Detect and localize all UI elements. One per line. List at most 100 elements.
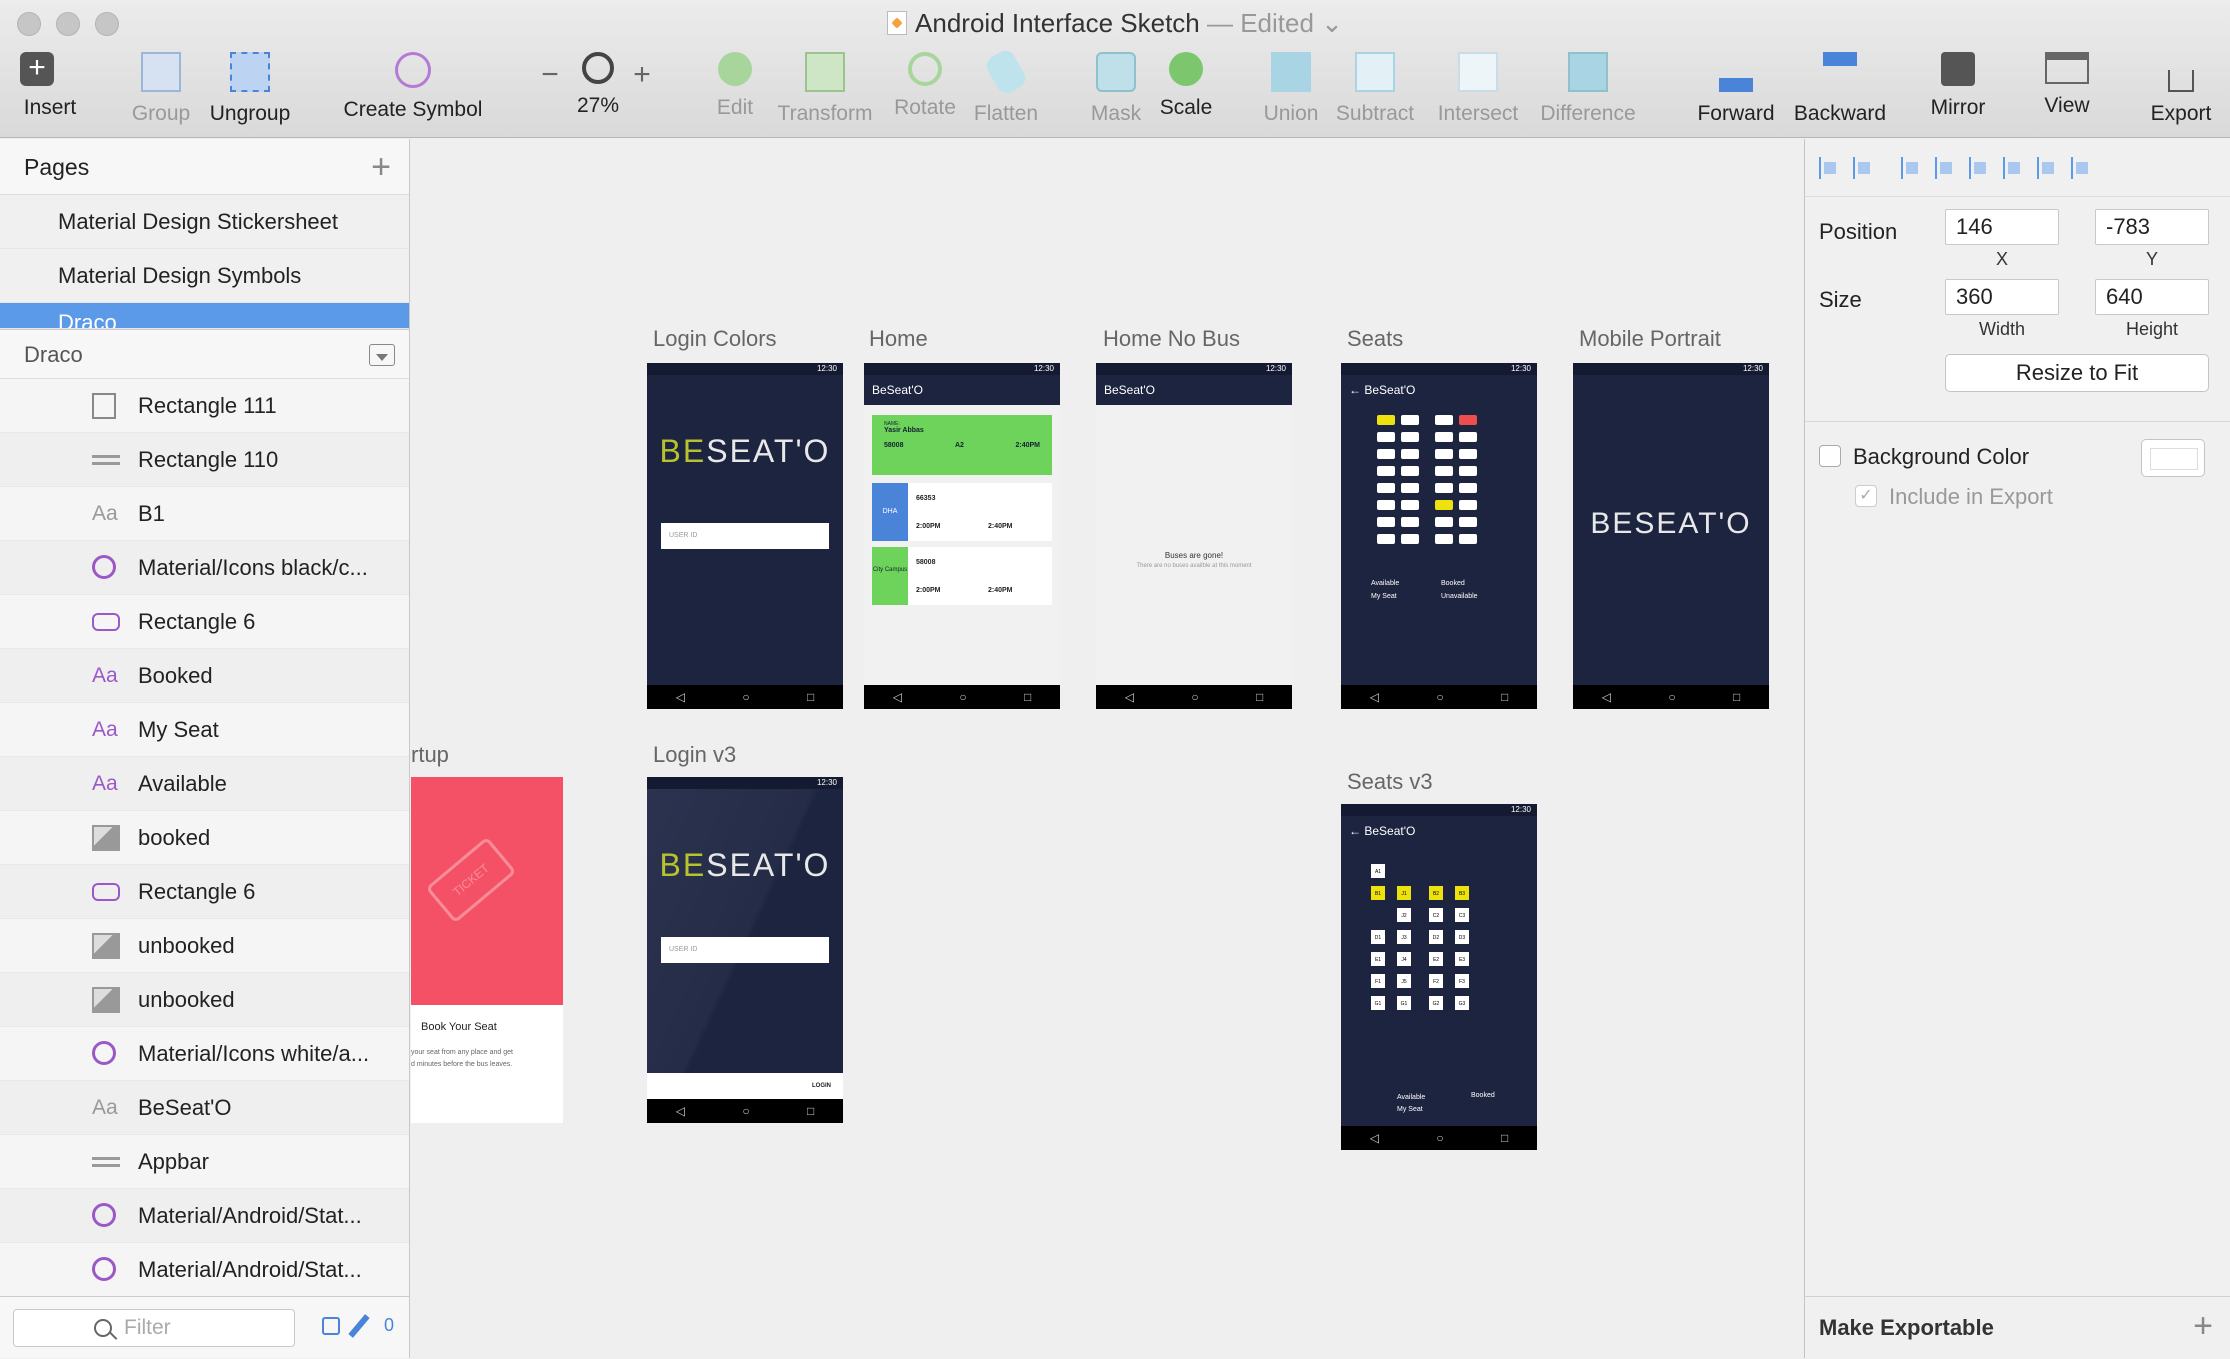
create-symbol-button[interactable]: Create Symbol <box>338 52 488 122</box>
page-item-draco[interactable]: Draco <box>0 303 409 329</box>
canvas[interactable]: Login Colors 12:30 BESEAT'O USER ID ◁ ○ □ … <box>411 139 1804 1358</box>
status-bar: 12:30 <box>1573 363 1769 375</box>
layer-item[interactable]: Appbar <box>0 1135 409 1189</box>
artboard-home-no-bus[interactable]: 12:30 BeSeat'O Buses are gone! There are… <box>1096 363 1292 709</box>
background-color-swatch[interactable] <box>2141 439 2205 477</box>
layer-item[interactable]: Material/Android/Stat... <box>0 1243 409 1297</box>
seat-v3: G1 <box>1397 996 1411 1010</box>
backward-button[interactable]: Backward <box>1790 52 1890 126</box>
android-nav-bar: ◁ ○ □ <box>1096 685 1292 709</box>
magnifier-icon <box>582 52 614 84</box>
seat <box>1401 466 1419 476</box>
align-left-icon[interactable] <box>1901 157 1923 179</box>
position-y-field[interactable]: -783 <box>2095 209 2209 245</box>
layer-item[interactable]: booked <box>0 811 409 865</box>
edited-status[interactable]: — Edited <box>1207 8 1314 38</box>
edit-button[interactable]: Edit <box>705 52 765 120</box>
ungroup-button[interactable]: Ungroup <box>205 52 295 126</box>
layer-item[interactable]: Rectangle 111 <box>0 379 409 433</box>
layer-item[interactable]: Rectangle 6 <box>0 865 409 919</box>
mask-button[interactable]: Mask <box>1086 52 1146 126</box>
seat <box>1377 432 1395 442</box>
artboard-login-v3[interactable]: 12:30 BESEAT'O USER ID LOGIN ◁ ○ □ <box>647 777 843 1123</box>
forward-button[interactable]: Forward <box>1686 52 1786 126</box>
artboard-label-login-v3[interactable]: Login v3 <box>653 742 736 768</box>
width-field[interactable]: 360 <box>1945 279 2059 315</box>
align-bottom-icon[interactable] <box>2071 157 2093 179</box>
zoom-control[interactable]: 27% <box>568 52 628 118</box>
layer-item[interactable]: Rectangle 110 <box>0 433 409 487</box>
artboard-startup[interactable]: TICKET Book Your Seat your seat from any… <box>411 777 563 1123</box>
zoom-in-button[interactable]: + <box>630 58 654 92</box>
group-button[interactable]: Group <box>126 52 196 126</box>
rotate-button[interactable]: Rotate <box>890 52 960 120</box>
artboard-label-login-colors[interactable]: Login Colors <box>653 326 777 352</box>
window-title: Android Interface Sketch — Edited ⌄ <box>0 8 2230 39</box>
artboard-label-home[interactable]: Home <box>869 326 928 352</box>
transform-button[interactable]: Transform <box>775 52 875 126</box>
layer-item[interactable]: Aa My Seat <box>0 703 409 757</box>
resize-to-fit-button[interactable]: Resize to Fit <box>1945 354 2209 392</box>
filter-input[interactable]: Filter <box>13 1309 295 1347</box>
beseato-logo: BESEAT'O <box>659 847 831 883</box>
artboard-home[interactable]: 12:30 BeSeat'O NAME: Yasir Abbas 58008 A2… <box>864 363 1060 709</box>
distribute-vertical-icon[interactable] <box>1853 157 1875 179</box>
artboard-seats-v3[interactable]: 12:30 ← BeSeat'O A1 B1 J1 B2 B3 J2 C2 C3 D1 J3 D2 D… <box>1341 804 1537 1150</box>
union-button[interactable]: Union <box>1260 52 1322 126</box>
edit-pencil-icon[interactable] <box>348 1314 370 1338</box>
page-item-stickersheet[interactable]: Material Design Stickersheet <box>0 195 409 249</box>
layer-item[interactable]: Material/Android/Stat... <box>0 1189 409 1243</box>
layer-item[interactable]: Material/Icons black/c... <box>0 541 409 595</box>
mirror-button[interactable]: Mirror <box>1920 52 1996 120</box>
distribute-horizontal-icon[interactable] <box>1819 157 1841 179</box>
artboard-mobile-portrait[interactable]: 12:30 BESEAT'O ◁ ○ □ <box>1573 363 1769 709</box>
seat-v3: E3 <box>1455 952 1469 966</box>
artboard-login-colors[interactable]: 12:30 BESEAT'O USER ID ◁ ○ □ <box>647 363 843 709</box>
chevron-down-icon[interactable]: ⌄ <box>1314 8 1343 38</box>
layer-item[interactable]: Aa B1 <box>0 487 409 541</box>
view-button[interactable]: View <box>2030 52 2104 118</box>
layer-item[interactable]: Aa BeSeat'O <box>0 1081 409 1135</box>
layer-item[interactable]: Rectangle 6 <box>0 595 409 649</box>
difference-button[interactable]: Difference <box>1534 52 1642 126</box>
artboard-label-mobile-portrait[interactable]: Mobile Portrait <box>1579 326 1721 352</box>
collapse-layers-icon[interactable] <box>369 344 395 366</box>
artboard-label-startup[interactable]: rtup <box>411 742 449 768</box>
add-page-icon[interactable]: + <box>371 139 391 195</box>
include-export-checkbox[interactable]: ✓ <box>1855 485 1877 507</box>
layer-name: My Seat <box>138 717 219 742</box>
symbol-icon <box>92 1257 116 1281</box>
layer-name: Material/Android/Stat... <box>138 1203 362 1228</box>
align-right-icon[interactable] <box>1969 157 1991 179</box>
android-nav-bar: ◁ ○ □ <box>864 685 1060 709</box>
intersect-button[interactable]: Intersect <box>1430 52 1526 126</box>
seat <box>1459 483 1477 493</box>
page-item-symbols[interactable]: Material Design Symbols <box>0 249 409 303</box>
align-middle-icon[interactable] <box>2037 157 2059 179</box>
zoom-out-button[interactable]: − <box>538 58 562 92</box>
artboard-seats[interactable]: 12:30 ← BeSeat'O Available My Seat Booked… <box>1341 363 1537 709</box>
layer-item[interactable]: Aa Available <box>0 757 409 811</box>
artboard-label-seats-v3[interactable]: Seats v3 <box>1347 769 1433 795</box>
export-button[interactable]: Export <box>2146 52 2216 126</box>
no-buses-subtitle: There are no buses availble at this mome… <box>1136 563 1252 569</box>
position-x-field[interactable]: 146 <box>1945 209 2059 245</box>
seat-v3: E1 <box>1371 952 1385 966</box>
scale-button[interactable]: Scale <box>1156 52 1216 120</box>
background-color-checkbox[interactable] <box>1819 445 1841 467</box>
copy-layers-icon[interactable] <box>322 1317 340 1335</box>
align-top-icon[interactable] <box>2003 157 2025 179</box>
subtract-button[interactable]: Subtract <box>1332 52 1418 126</box>
align-center-icon[interactable] <box>1935 157 1957 179</box>
flatten-button[interactable]: Flatten <box>970 47 1042 126</box>
artboard-label-seats[interactable]: Seats <box>1347 326 1403 352</box>
layer-item[interactable]: unbooked <box>0 973 409 1027</box>
add-export-icon[interactable]: + <box>2193 1297 2213 1355</box>
artboard-label-home-no-bus[interactable]: Home No Bus <box>1103 326 1240 352</box>
height-field[interactable]: 640 <box>2095 279 2209 315</box>
make-exportable-bar[interactable]: Make Exportable + <box>1805 1296 2230 1358</box>
layer-item[interactable]: Aa Booked <box>0 649 409 703</box>
insert-button[interactable]: + Insert <box>14 52 86 120</box>
layer-item[interactable]: Material/Icons white/a... <box>0 1027 409 1081</box>
layer-item[interactable]: unbooked <box>0 919 409 973</box>
